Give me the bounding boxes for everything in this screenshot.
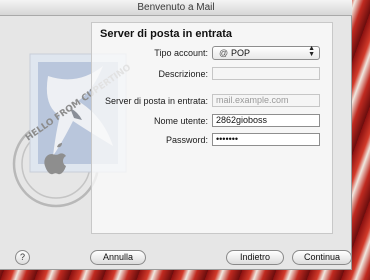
updown-arrows-icon: ▲ ▼ — [308, 45, 315, 58]
window-title: Benvenuto a Mail — [137, 2, 215, 13]
account-type-value: POP — [231, 48, 251, 58]
description-label: Descrizione: — [158, 69, 208, 79]
incoming-server-label: Server di posta in entrata: — [104, 96, 208, 106]
username-label: Nome utente: — [153, 116, 208, 126]
window-titlebar[interactable]: Benvenuto a Mail — [0, 0, 352, 16]
cancel-button[interactable]: Annulla — [90, 250, 146, 265]
incoming-server-field[interactable]: mail.example.com — [212, 94, 320, 107]
description-field[interactable] — [212, 67, 320, 80]
username-field[interactable]: 2862gioboss — [212, 114, 320, 127]
password-label: Password: — [165, 135, 208, 145]
password-field[interactable]: ••••••• — [212, 133, 320, 146]
mail-setup-window: Benvenuto a Mail HELLO FROM CUPERTINO Se… — [0, 0, 352, 270]
panel-title: Server di posta in entrata — [100, 28, 233, 40]
continue-button[interactable]: Continua — [292, 250, 352, 265]
at-icon: @ — [219, 48, 229, 58]
back-button[interactable]: Indietro — [226, 250, 284, 265]
account-type-select[interactable]: @ POP ▲ ▼ — [212, 45, 320, 60]
help-button[interactable]: ? — [15, 250, 30, 265]
account-type-label: Tipo account: — [154, 48, 208, 58]
